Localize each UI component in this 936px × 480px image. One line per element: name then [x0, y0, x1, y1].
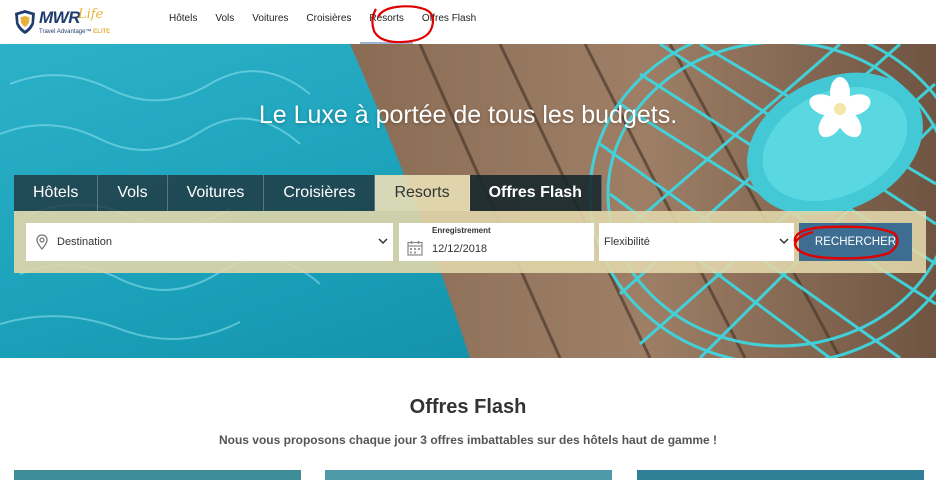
nav-link-cars[interactable]: Voitures	[243, 0, 297, 44]
hero-banner: Le Luxe à portée de tous les budgets. Hô…	[0, 44, 936, 358]
nav-link-cruises[interactable]: Croisières	[297, 0, 360, 44]
destination-placeholder: Destination	[57, 236, 113, 248]
checkin-date-field[interactable]: Enregistrement 12/12/2018	[399, 223, 594, 261]
main-menu: Hôtels Vols Voitures Croisières Resorts …	[160, 0, 485, 44]
tab-cruises[interactable]: Croisières	[264, 175, 376, 211]
site-logo[interactable]: MWR Life Travel Advantage™ ELITE	[14, 7, 111, 39]
nav-link-flash-offers[interactable]: Offres Flash	[413, 0, 485, 44]
flash-offers-title: Offres Flash	[409, 396, 527, 418]
nav-link-hotels[interactable]: Hôtels	[160, 0, 206, 44]
chevron-down-icon	[378, 238, 388, 245]
flexibility-select[interactable]: Flexibilité	[599, 223, 794, 261]
calendar-icon	[407, 241, 423, 256]
logo-tagline: Travel Advantage™ ELITE	[39, 29, 111, 35]
nav-link-flights[interactable]: Vols	[206, 0, 243, 44]
search-tabs: Hôtels Vols Voitures Croisières Resorts …	[14, 175, 602, 211]
tab-cars[interactable]: Voitures	[167, 175, 265, 211]
shield-logo-icon	[15, 10, 35, 34]
logo-script: Life	[78, 7, 104, 22]
offer-card[interactable]	[14, 470, 301, 480]
logo-brand: MWR	[39, 8, 80, 27]
checkin-value: 12/12/2018	[432, 243, 488, 255]
destination-select[interactable]: Destination	[26, 223, 393, 261]
chevron-down-icon	[779, 238, 789, 245]
offer-card[interactable]	[325, 470, 612, 480]
tab-hotels[interactable]: Hôtels	[14, 175, 99, 211]
hero-title: Le Luxe à portée de tous les budgets.	[258, 101, 678, 129]
tab-resorts[interactable]: Resorts	[375, 175, 470, 211]
nav-link-resorts[interactable]: Resorts	[360, 0, 413, 44]
map-pin-icon	[36, 234, 48, 250]
top-navigation: MWR Life Travel Advantage™ ELITE Hôtels …	[0, 0, 936, 44]
flexibility-value: Flexibilité	[604, 236, 650, 248]
search-button[interactable]: RECHERCHER	[799, 223, 912, 261]
tab-flash-offers[interactable]: Offres Flash	[469, 175, 602, 211]
checkin-label: Enregistrement	[432, 226, 491, 235]
flash-offers-subtitle: Nous vous proposons chaque jour 3 offres…	[218, 433, 718, 447]
tab-flights[interactable]: Vols	[98, 175, 168, 211]
search-form: Destination Enregistrement 12/12/2018 Fl…	[14, 211, 926, 273]
offer-card[interactable]	[637, 470, 924, 480]
